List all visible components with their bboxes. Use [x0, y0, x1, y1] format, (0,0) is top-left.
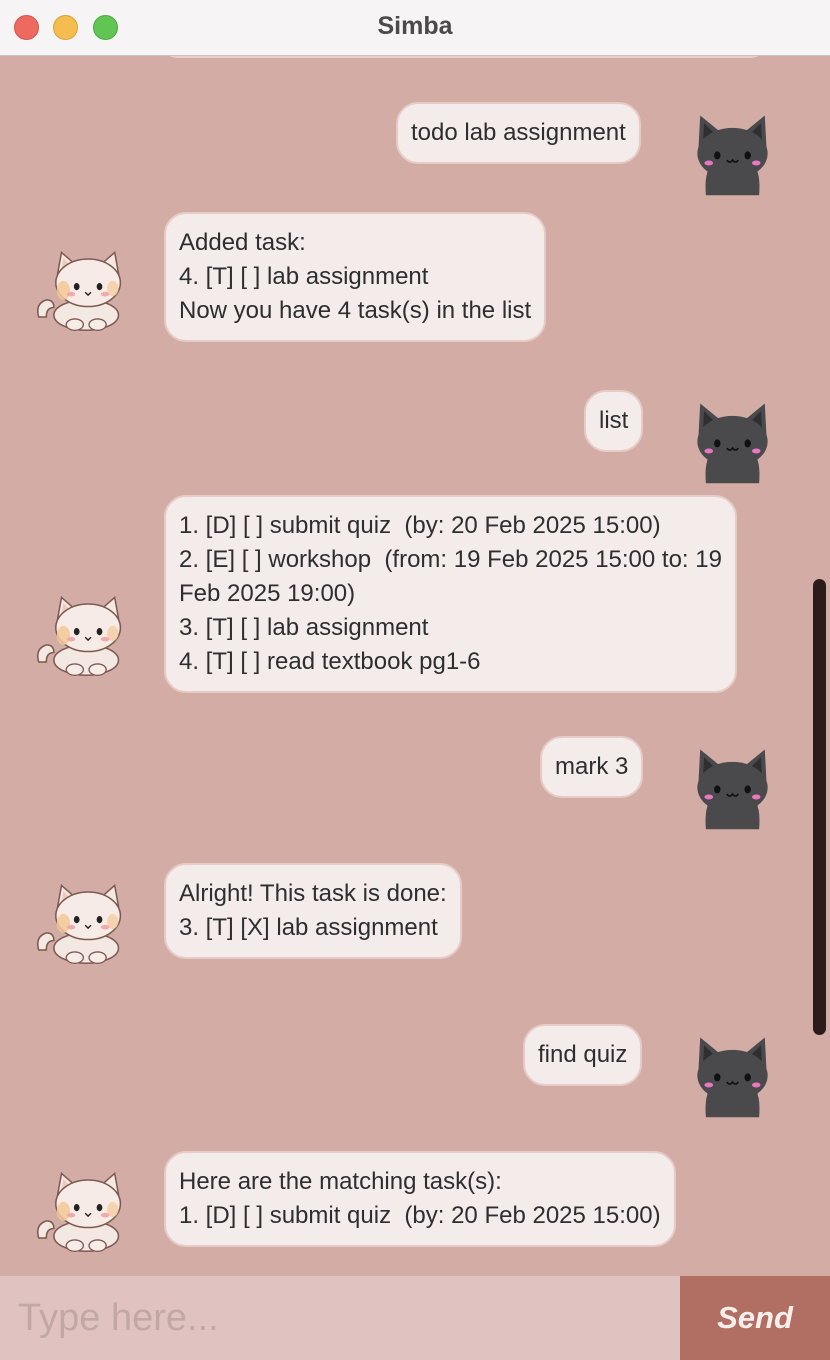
message-line: Added task: — [179, 229, 306, 256]
message-line: mark 3 — [555, 753, 629, 780]
message-line: todo lab assignment — [411, 119, 626, 146]
user-cat-avatar-icon — [685, 1028, 780, 1123]
chat-scrollbar-thumb[interactable] — [813, 579, 826, 1035]
message-line: 3. [T] [X] lab assignment — [179, 914, 438, 941]
message-line: Feb 2025 19:00) — [179, 580, 356, 607]
bot-message-bubble: Added task: 4. [T] [ ] lab assignment No… — [164, 212, 547, 342]
bot-message-bubble: Here are the matching task(s): 1. [D] [ … — [164, 1151, 676, 1247]
user-message-bubble: find quiz — [523, 1024, 643, 1086]
message-line: 1. [D] [ ] submit quiz (by: 20 Feb 2025 … — [179, 1202, 661, 1229]
message-line: 3. [T] [ ] lab assignment — [179, 614, 429, 641]
user-cat-avatar-icon — [685, 740, 780, 835]
message-line: Here are the matching task(s): — [179, 1168, 502, 1195]
send-button[interactable]: Send — [680, 1276, 830, 1360]
bot-cat-avatar-icon — [33, 874, 128, 969]
message-input-container — [0, 1276, 680, 1360]
window-title: Simba — [377, 12, 453, 40]
bot-cat-avatar-icon — [33, 1162, 128, 1257]
message-line: 4. [T] [ ] lab assignment — [179, 263, 429, 290]
user-message-bubble: mark 3 — [540, 736, 644, 798]
title-bar: Simba — [0, 0, 830, 56]
bot-message-bubble: Alright! This task is done: 3. [T] [X] l… — [164, 863, 462, 959]
message-line: Alright! This task is done: — [179, 880, 447, 907]
message-line: Now you have 4 task(s) in the list — [179, 297, 532, 324]
user-message-bubble: todo lab assignment — [396, 102, 641, 164]
chat-scroll-pane[interactable]: todo lab assignment Added task: 4. [T] [… — [0, 56, 830, 1274]
message-line: list — [599, 407, 629, 434]
message-line: 1. [D] [ ] submit quiz (by: 20 Feb 2025 … — [179, 512, 661, 539]
message-line: 2. [E] [ ] workshop (from: 19 Feb 2025 1… — [179, 546, 722, 573]
message-input[interactable] — [0, 1276, 680, 1360]
message-line: find quiz — [538, 1041, 628, 1068]
message-line: 4. [T] [ ] read textbook pg1-6 — [179, 648, 481, 675]
bot-message-bubble: 1. [D] [ ] submit quiz (by: 20 Feb 2025 … — [164, 495, 737, 693]
previous-message-bubble — [160, 56, 768, 58]
user-cat-avatar-icon — [685, 106, 780, 201]
bot-cat-avatar-icon — [33, 586, 128, 681]
bot-cat-avatar-icon — [33, 241, 128, 336]
user-cat-avatar-icon — [685, 394, 780, 489]
user-message-bubble: list — [584, 390, 644, 452]
